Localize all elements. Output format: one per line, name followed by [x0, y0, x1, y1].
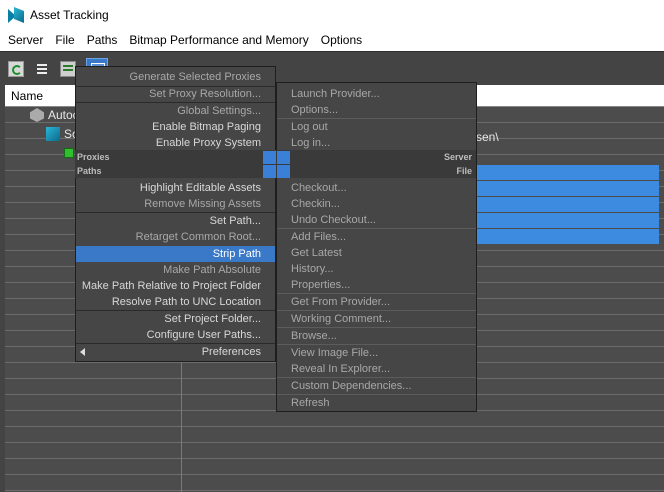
menu-item-log-in[interactable]: Log in...	[291, 135, 476, 151]
menu-item-retarget-common-root[interactable]: Retarget Common Root...	[76, 229, 261, 245]
quad-menu-right: Launch Provider... Options... Log out Lo…	[276, 82, 477, 412]
menu-item-set-proxy-resolution[interactable]: Set Proxy Resolution...	[76, 86, 261, 102]
menu-item-make-path-absolute[interactable]: Make Path Absolute	[76, 262, 261, 278]
menu-item-custom-dependencies[interactable]: Custom Dependencies...	[291, 378, 476, 394]
menu-item-log-out[interactable]: Log out	[291, 119, 476, 135]
menu-item-make-path-relative[interactable]: Make Path Relative to Project Folder	[76, 278, 261, 294]
menu-item-strip-path[interactable]: Strip Path	[76, 246, 275, 262]
menu-item-add-files[interactable]: Add Files...	[291, 229, 476, 245]
menu-item-set-path[interactable]: Set Path...	[76, 213, 261, 229]
menu-item-options[interactable]: Options...	[291, 102, 476, 118]
menu-file[interactable]: File	[49, 30, 80, 51]
menu-options[interactable]: Options	[315, 30, 368, 51]
menu-item-global-settings[interactable]: Global Settings...	[76, 103, 261, 119]
menu-item-properties[interactable]: Properties...	[291, 277, 476, 293]
bitmap-icon	[64, 148, 74, 158]
menu-item-preferences[interactable]: Preferences	[76, 344, 261, 360]
quad-label-server: Server	[443, 152, 472, 162]
menu-item-checkout[interactable]: Checkout...	[291, 180, 476, 196]
path-value: sen\	[476, 130, 499, 144]
list-item[interactable]: Autoc	[30, 108, 79, 122]
menu-server[interactable]: Server	[0, 30, 49, 51]
quad-center-icon[interactable]	[277, 151, 290, 164]
list-item[interactable]: So	[46, 127, 79, 141]
quad-label-file: File	[456, 166, 472, 176]
autodesk-icon	[30, 108, 44, 122]
title-bar: Asset Tracking	[0, 0, 664, 30]
menu-item-enable-proxy-system[interactable]: Enable Proxy System	[76, 135, 261, 151]
quad-menu-left: Generate Selected Proxies Set Proxy Reso…	[75, 66, 276, 362]
menu-item-highlight-editable-assets[interactable]: Highlight Editable Assets	[76, 180, 261, 196]
menu-item-history[interactable]: History...	[291, 261, 476, 277]
scene-icon	[46, 127, 60, 141]
menu-item-resolve-path-unc[interactable]: Resolve Path to UNC Location	[76, 294, 261, 310]
menu-item-set-project-folder[interactable]: Set Project Folder...	[76, 311, 261, 327]
menu-item-configure-user-paths[interactable]: Configure User Paths...	[76, 327, 261, 343]
refresh-icon[interactable]	[8, 61, 24, 77]
menu-item-undo-checkout[interactable]: Undo Checkout...	[291, 212, 476, 228]
list-icon[interactable]	[34, 61, 50, 77]
quad-center-icon[interactable]	[263, 165, 276, 178]
menu-item-generate-selected-proxies[interactable]: Generate Selected Proxies	[76, 69, 261, 85]
app-logo-icon	[8, 7, 24, 23]
menu-item-get-latest[interactable]: Get Latest	[291, 245, 476, 261]
menu-item-reveal-in-explorer[interactable]: Reveal In Explorer...	[291, 361, 476, 377]
menu-item-remove-missing-assets[interactable]: Remove Missing Assets	[76, 196, 261, 212]
column-name-label: Name	[11, 89, 44, 103]
menu-bar: Server File Paths Bitmap Performance and…	[0, 30, 664, 51]
menu-item-refresh[interactable]: Refresh	[291, 395, 476, 411]
menu-item-enable-bitmap-paging[interactable]: Enable Bitmap Paging	[76, 119, 261, 135]
quad-label-proxies: Proxies	[77, 152, 110, 162]
quad-center-icon[interactable]	[277, 165, 290, 178]
menu-item-launch-provider[interactable]: Launch Provider...	[291, 86, 476, 102]
quad-center-icon[interactable]	[263, 151, 276, 164]
quad-label-paths: Paths	[77, 166, 102, 176]
menu-paths[interactable]: Paths	[81, 30, 124, 51]
menu-item-checkin[interactable]: Checkin...	[291, 196, 476, 212]
menu-item-working-comment[interactable]: Working Comment...	[291, 311, 476, 327]
menu-item-browse[interactable]: Browse...	[291, 328, 476, 344]
quad-labels: Proxies Server Paths File	[75, 150, 476, 178]
table-icon[interactable]	[60, 61, 76, 77]
menu-bitmap-performance[interactable]: Bitmap Performance and Memory	[123, 30, 314, 51]
menu-item-view-image-file[interactable]: View Image File...	[291, 345, 476, 361]
menu-item-get-from-provider[interactable]: Get From Provider...	[291, 294, 476, 310]
window-title: Asset Tracking	[30, 8, 109, 22]
